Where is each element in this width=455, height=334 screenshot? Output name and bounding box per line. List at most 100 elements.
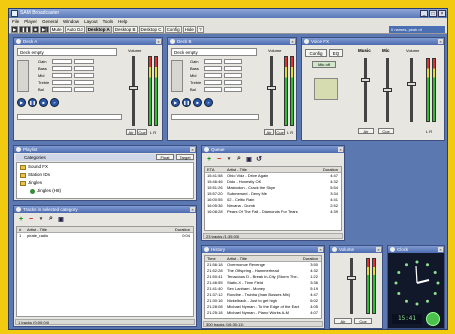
col-time[interactable]: Time — [205, 256, 227, 261]
col-title[interactable]: Artist - Title — [227, 256, 299, 261]
save-icon[interactable]: ▣ — [57, 215, 65, 223]
eq-gain-control[interactable] — [204, 59, 222, 64]
col-duration[interactable]: Duration — [299, 256, 321, 261]
hide-button[interactable]: Hide — [182, 25, 196, 33]
tracks-close-icon[interactable]: × — [190, 207, 195, 212]
menu-layout[interactable]: Layout — [84, 18, 98, 25]
col-duration[interactable]: Duration — [171, 227, 193, 232]
tree-item-jingles[interactable]: Jingles — [20, 179, 193, 187]
eq-balance-control[interactable] — [204, 87, 222, 92]
menu-general[interactable]: General — [42, 18, 58, 25]
music-fader[interactable] — [361, 78, 370, 82]
voicefx-volume-fader[interactable] — [407, 82, 416, 86]
desktop-b-button[interactable]: Desktop B — [112, 25, 138, 33]
eq-mid-control[interactable] — [204, 73, 222, 78]
clock-close-icon[interactable]: × — [438, 247, 443, 252]
deck-b-play-icon[interactable]: ▶ — [171, 98, 180, 107]
history-close-icon[interactable]: × — [318, 247, 323, 252]
playlist-close-icon[interactable]: × — [190, 147, 195, 152]
menu-icon[interactable]: ▾ — [37, 215, 45, 223]
eq-balance-value[interactable] — [224, 87, 242, 92]
volume-close-icon[interactable]: × — [376, 247, 381, 252]
eq-treble-value[interactable] — [74, 80, 94, 85]
deck-b-stop-icon[interactable]: ■ — [193, 98, 202, 107]
voicefx-pad[interactable] — [314, 78, 338, 100]
deck-a-air-button[interactable]: Air — [126, 129, 136, 135]
save-icon[interactable]: ▣ — [245, 155, 253, 163]
refresh-icon[interactable]: ↺ — [255, 155, 263, 163]
help-button[interactable]: ? — [196, 25, 204, 33]
menu-file[interactable]: File — [12, 18, 19, 25]
deck-a-volume-fader[interactable] — [129, 86, 138, 90]
col-title[interactable]: Artist - Title — [227, 167, 319, 172]
table-row[interactable]: 21:25:18 Michael Nyman - Piano Works A-M 4… — [205, 310, 321, 316]
col-num[interactable]: # — [17, 227, 27, 232]
master-volume-fader[interactable] — [347, 276, 356, 280]
eq-mid-value[interactable] — [224, 73, 242, 78]
eq-gain-value[interactable] — [74, 59, 94, 64]
desktop-a-button[interactable]: Desktop A — [85, 25, 112, 33]
pause-icon[interactable]: ❚❚ — [19, 25, 32, 33]
voicefx-eq-button[interactable]: EQ — [329, 49, 343, 57]
deck-a-progress[interactable] — [17, 114, 122, 120]
eq-bass-value[interactable] — [224, 66, 242, 71]
deck-b-air-button[interactable]: Air — [264, 129, 274, 135]
table-row[interactable]: 16:08:28 Pears Of The Fall - Diamonds For… — [205, 209, 341, 215]
desktop-c-button[interactable]: Desktop C — [138, 25, 164, 33]
eq-mid-value[interactable] — [74, 73, 94, 78]
voicefx-config-button[interactable]: Config — [305, 49, 327, 57]
deck-a-cue-button[interactable]: Cue — [137, 129, 147, 135]
deck-b-close-icon[interactable]: × — [290, 39, 295, 44]
mic-off-toggle[interactable]: Mic off — [312, 61, 336, 68]
eq-mid-control[interactable] — [52, 73, 72, 78]
menu-help[interactable]: Help — [118, 18, 127, 25]
tree-item-jingles-h8[interactable]: Jingles (H8) — [20, 187, 193, 195]
tree-item-soundfx[interactable]: Sound FX — [20, 163, 193, 171]
queue-close-icon[interactable]: × — [338, 147, 343, 152]
eq-treble-value[interactable] — [224, 80, 242, 85]
eq-bass-value[interactable] — [74, 66, 94, 71]
config-button[interactable]: Config — [164, 25, 182, 33]
col-title[interactable]: Artist - Title — [27, 227, 171, 232]
deck-a-stop-icon[interactable]: ■ — [39, 98, 48, 107]
add-icon[interactable]: + — [17, 215, 25, 223]
eq-balance-value[interactable] — [74, 87, 94, 92]
minimize-button[interactable]: _ — [420, 10, 428, 17]
float-button[interactable]: Float — [156, 154, 174, 160]
menu-tools[interactable]: Tools — [103, 18, 114, 25]
table-row[interactable]: 1 pirate_radio 0:04 — [17, 233, 193, 239]
volume-cue-button[interactable]: Cue — [354, 318, 372, 324]
menu-icon[interactable]: ▾ — [225, 155, 233, 163]
menu-window[interactable]: Window — [63, 18, 79, 25]
deck-a-pause-icon[interactable]: ❚❚ — [28, 98, 37, 107]
deck-b-cue-button[interactable]: Cue — [275, 129, 285, 135]
tree-item-stationids[interactable]: Station IDs — [20, 171, 193, 179]
close-button[interactable]: × — [438, 10, 446, 17]
target-button[interactable]: Target — [176, 154, 194, 160]
next-icon[interactable]: ▶| — [40, 25, 49, 33]
deck-b-next-icon[interactable]: » — [204, 98, 213, 107]
col-eta[interactable]: ETA — [205, 167, 227, 172]
play-icon[interactable]: ▶ — [11, 25, 19, 33]
eq-treble-control[interactable] — [204, 80, 222, 85]
mute-button[interactable]: Mute — [49, 25, 64, 33]
eq-balance-control[interactable] — [52, 87, 72, 92]
mic-fader[interactable] — [383, 88, 392, 92]
voicefx-cue-button[interactable]: Cue — [378, 128, 394, 134]
add-icon[interactable]: + — [205, 155, 213, 163]
deck-a-close-icon[interactable]: × — [156, 39, 161, 44]
deck-b-pause-icon[interactable]: ❚❚ — [182, 98, 191, 107]
deck-a-play-icon[interactable]: ▶ — [17, 98, 26, 107]
col-duration[interactable]: Duration — [319, 167, 341, 172]
remove-icon[interactable]: − — [27, 215, 35, 223]
volume-air-button[interactable]: Air — [334, 318, 352, 324]
remove-icon[interactable]: − — [215, 155, 223, 163]
stop-icon[interactable]: ■ — [32, 25, 40, 33]
deck-b-progress[interactable] — [171, 114, 259, 120]
eq-bass-control[interactable] — [204, 66, 222, 71]
search-icon[interactable]: ⌕ — [47, 215, 55, 223]
eq-treble-control[interactable] — [52, 80, 72, 85]
voicefx-air-button[interactable]: Air — [358, 128, 374, 134]
eq-gain-value[interactable] — [224, 59, 242, 64]
autodj-button[interactable]: Auto DJ — [64, 25, 85, 33]
